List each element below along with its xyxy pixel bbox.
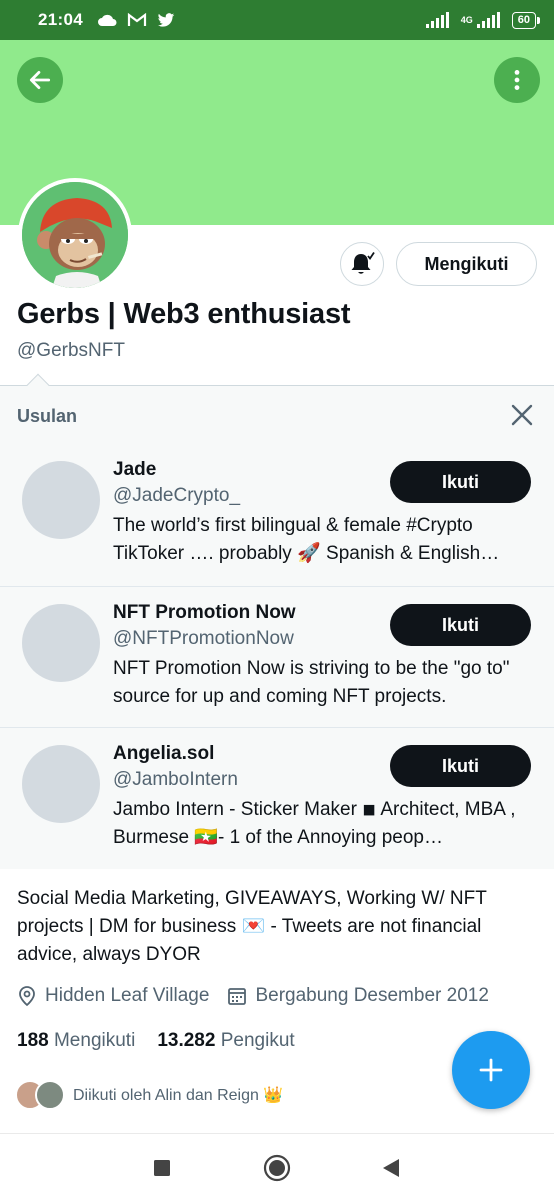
followers-count-link[interactable]: 13.282 Pengikut <box>157 1030 294 1052</box>
suggestions-panel: Usulan Jade @JadeCrypto_ The world’s fir… <box>0 385 554 869</box>
close-icon <box>511 404 533 426</box>
profile-stats: 188 Mengikuti 13.282 Pengikut <box>17 1030 295 1052</box>
network-type: 4G <box>460 15 473 25</box>
ape-avatar-image <box>22 182 128 288</box>
suggestion-avatar[interactable] <box>22 604 100 682</box>
home-button[interactable] <box>263 1154 291 1182</box>
following-label: Mengikuti <box>53 1030 136 1051</box>
status-time: 21:04 <box>38 10 83 29</box>
cell-signal-icon <box>476 12 500 28</box>
follow-button[interactable]: Ikuti <box>390 461 531 503</box>
battery-icon: 60 <box>511 11 541 29</box>
more-vertical-icon <box>514 70 520 90</box>
profile-location: Hidden Leaf Village <box>45 985 210 1006</box>
suggestion-item[interactable]: Jade @JadeCrypto_ The world’s first bili… <box>0 444 554 585</box>
wifi-signal-icon <box>425 12 449 28</box>
suggestion-name: Angelia.sol <box>113 743 215 764</box>
arrow-left-icon <box>29 71 51 89</box>
suggestion-bio: NFT Promotion Now is striving to be the … <box>113 658 510 707</box>
suggestion-name: Jade <box>113 459 157 480</box>
back-button[interactable] <box>17 57 63 103</box>
home-circle-icon <box>263 1154 291 1182</box>
square-icon <box>154 1160 170 1176</box>
bell-check-icon <box>351 252 375 274</box>
profile-handle: @GerbsNFT <box>17 340 125 361</box>
profile-avatar[interactable] <box>18 178 132 292</box>
more-options-button[interactable] <box>494 57 540 103</box>
suggestion-avatar[interactable] <box>22 461 100 539</box>
follow-button[interactable]: Ikuti <box>390 604 531 646</box>
suggestion-handle: @JadeCrypto_ <box>113 485 241 506</box>
follow-button[interactable]: Ikuti <box>390 745 531 787</box>
profile-meta: Hidden Leaf Village Bergabung Desember 2… <box>17 985 507 1007</box>
suggestion-handle: @NFTPromotionNow <box>113 628 294 649</box>
profile-display-name: Gerbs | Web3 enthusiast <box>17 298 351 330</box>
recents-button[interactable] <box>148 1154 176 1182</box>
profile-bio: Social Media Marketing, GIVEAWAYS, Worki… <box>17 888 487 965</box>
status-bar: 21:04 4G 60 <box>0 0 554 40</box>
plus-icon <box>479 1058 503 1082</box>
notification-bell-button[interactable] <box>340 242 384 286</box>
followers-label: Pengikut <box>220 1030 295 1051</box>
suggestions-title: Usulan <box>17 406 78 426</box>
suggestion-item[interactable]: Angelia.sol @JamboIntern Jambo Intern - … <box>0 727 554 868</box>
following-count-link[interactable]: 188 Mengikuti <box>17 1030 135 1052</box>
suggestion-avatar[interactable] <box>22 745 100 823</box>
location-pin-icon <box>19 986 35 1007</box>
following-count: 188 <box>17 1030 49 1051</box>
followed-by-text: Diikuti oleh Alin dan Reign 👑 <box>73 1087 284 1104</box>
suggestion-bio: Jambo Intern - Sticker Maker ◾ Architect… <box>113 799 516 848</box>
calendar-icon <box>228 988 247 1005</box>
suggestion-item[interactable]: NFT Promotion Now @NFTPromotionNow NFT P… <box>0 586 554 727</box>
system-navigation-bar <box>0 1133 554 1200</box>
profile-joined-date: Bergabung Desember 2012 <box>255 985 489 1006</box>
follower-avatar <box>35 1080 65 1110</box>
twitter-icon <box>157 12 175 27</box>
back-nav-button[interactable] <box>377 1154 405 1182</box>
compose-tweet-button[interactable] <box>452 1031 530 1109</box>
gmail-icon <box>127 13 147 26</box>
suggestion-handle: @JamboIntern <box>113 769 238 790</box>
followers-count: 13.282 <box>157 1030 216 1051</box>
suggestion-bio: The world’s first bilingual & female #Cr… <box>113 515 500 564</box>
followed-by-row[interactable]: Diikuti oleh Alin dan Reign 👑 <box>15 1080 283 1110</box>
following-button[interactable]: Mengikuti <box>396 242 537 286</box>
triangle-back-icon <box>383 1159 399 1177</box>
suggestion-name: NFT Promotion Now <box>113 602 296 623</box>
cloud-icon <box>97 14 117 26</box>
close-suggestions-button[interactable] <box>507 400 537 430</box>
